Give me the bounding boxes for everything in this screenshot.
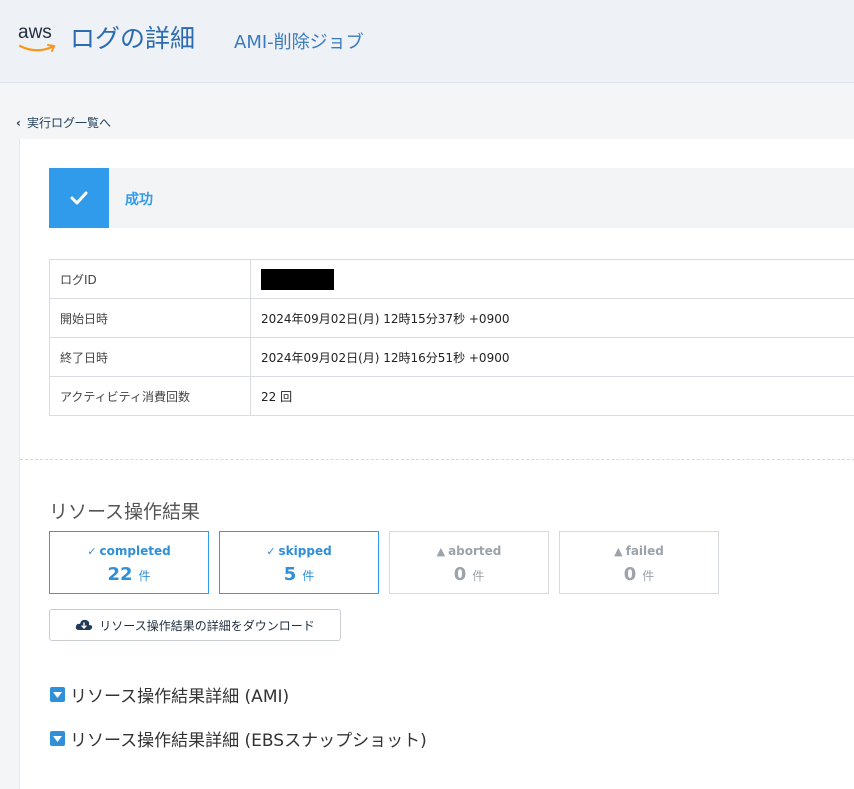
card-label: completed [99, 544, 171, 558]
row-key: 開始日時 [49, 298, 251, 338]
failed-card[interactable]: ▲ failed 0件 [559, 531, 719, 594]
row-key: ログID [49, 259, 251, 299]
status-banner: 成功 [49, 168, 854, 228]
completed-card[interactable]: ✓ completed 22 件 [49, 531, 209, 594]
aws-logo[interactable]: aws [18, 22, 60, 56]
logo-text: aws [18, 22, 52, 43]
section-divider [20, 459, 854, 460]
accordion-ami-results[interactable]: リソース操作結果詳細 (AMI) [50, 682, 289, 707]
card-count: 0 [453, 564, 467, 585]
card-count: 0 [623, 564, 637, 585]
log-info-table: ログID 開始日時 2024年09月02日(月) 12時15分37秒 +0900… [49, 259, 854, 416]
card-label: aborted [448, 544, 502, 558]
page-title: ログの詳細 [70, 24, 196, 53]
status-check-box [49, 168, 109, 228]
skipped-card[interactable]: ✓ skipped 5件 [219, 531, 379, 594]
triangle-down-icon [50, 731, 65, 746]
card-unit: 件 [302, 569, 315, 583]
card-unit: 件 [138, 569, 151, 583]
table-row: ログID [49, 259, 854, 299]
check-icon: ✓ [87, 545, 97, 558]
check-icon [70, 191, 88, 205]
status-label: 成功 [125, 192, 153, 208]
top-bar: aws ログの詳細 AMI-削除ジョブ [0, 0, 854, 83]
table-row: 開始日時 2024年09月02日(月) 12時15分37秒 +0900 [49, 298, 854, 338]
chevron-left-icon: ‹ [16, 115, 21, 130]
row-value: 2024年09月02日(月) 12時16分51秒 +0900 [250, 337, 854, 377]
accordion-ebs-snapshot-results[interactable]: リソース操作結果詳細 (EBSスナップショット) [50, 726, 427, 751]
card-unit: 件 [642, 569, 655, 583]
back-to-log-list-link[interactable]: ‹ 実行ログ一覧へ [16, 114, 111, 131]
redacted-log-id [261, 268, 334, 290]
smile-icon [18, 44, 56, 52]
card-count: 5 [283, 564, 297, 585]
card-label: skipped [278, 544, 332, 558]
card-count: 22 [107, 564, 133, 585]
accordion-label: リソース操作結果詳細 (AMI) [70, 687, 290, 707]
warning-icon: ▲ [436, 545, 446, 558]
table-row: アクティビティ消費回数 22 回 [49, 376, 854, 416]
check-icon: ✓ [266, 545, 276, 558]
results-title: リソース操作結果 [49, 501, 201, 523]
triangle-down-icon [50, 687, 65, 702]
cloud-download-icon [76, 619, 93, 630]
accordion-label: リソース操作結果詳細 (EBSスナップショット) [70, 731, 427, 751]
job-name: AMI-削除ジョブ [234, 32, 364, 53]
row-value: 22 回 [250, 376, 854, 416]
download-results-button[interactable]: リソース操作結果の詳細をダウンロード [49, 609, 341, 641]
card-unit: 件 [472, 569, 485, 583]
warning-icon: ▲ [614, 545, 623, 558]
row-value: 2024年09月02日(月) 12時15分37秒 +0900 [250, 298, 854, 338]
back-link-label: 実行ログ一覧へ [26, 116, 111, 130]
aborted-card[interactable]: ▲ aborted 0件 [389, 531, 549, 594]
table-row: 終了日時 2024年09月02日(月) 12時16分51秒 +0900 [49, 337, 854, 377]
row-key: 終了日時 [49, 337, 251, 377]
row-key: アクティビティ消費回数 [49, 376, 251, 416]
download-button-label: リソース操作結果の詳細をダウンロード [99, 618, 315, 633]
row-value [250, 259, 854, 299]
card-label: failed [625, 544, 664, 558]
log-detail-panel: 成功 ログID 開始日時 2024年09月02日(月) 12時15分37秒 +0… [19, 139, 854, 789]
